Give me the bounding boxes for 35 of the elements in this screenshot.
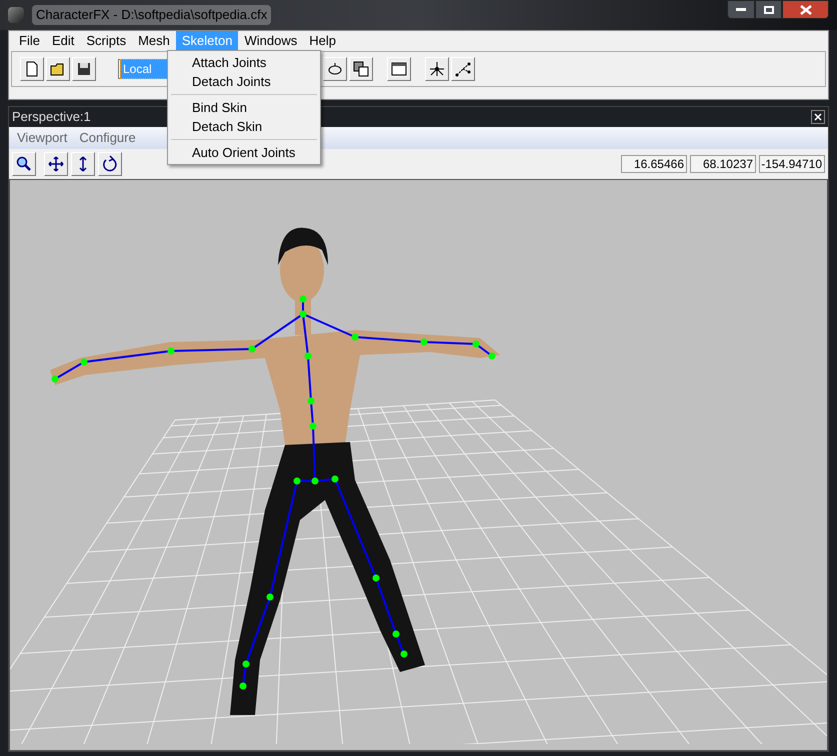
save-icon[interactable] [72,57,96,81]
minimize-button[interactable] [727,0,755,19]
coordinate-field: 16.65466 [621,155,687,173]
menu-item[interactable]: Configure [75,128,140,148]
menu-item[interactable]: Bind Skin [168,98,320,117]
rotate-icon[interactable] [98,152,122,176]
close-icon [814,113,822,121]
menu-item[interactable]: Detach Skin [168,117,320,136]
close-button[interactable] [782,0,829,19]
zoom-icon[interactable] [12,152,36,176]
menu-item[interactable]: File [13,31,46,51]
move-arrows-icon[interactable] [44,152,68,176]
coordinate-field: -154.94710 [759,155,825,173]
vertical-arrows-icon[interactable] [71,152,95,176]
joints-icon[interactable] [451,57,475,81]
viewport-title: Perspective:1 [12,108,91,126]
app-icon [8,7,24,23]
menu-item[interactable]: Edit [46,31,80,51]
window-icon[interactable] [387,57,411,81]
dropdown-value: Local [120,59,168,79]
menu-item[interactable]: Windows [238,31,304,51]
maximize-button[interactable] [755,0,782,19]
menu-item[interactable]: Scripts [80,31,132,51]
close-icon [800,4,812,14]
open-folder-icon[interactable] [46,57,70,81]
menu-item[interactable]: Mesh [132,31,176,51]
menu-item[interactable]: Viewport [13,128,72,148]
resize-windows-icon[interactable] [349,57,373,81]
menu-item[interactable]: Help [303,31,342,51]
close-button[interactable] [811,110,825,124]
joint-hierarchy-icon[interactable] [425,57,449,81]
coordinate-field: 68.10237 [690,155,756,173]
menu-item[interactable]: Auto Orient Joints [168,143,320,162]
window-title: CharacterFX - D:\softpedia\softpedia.cfx [32,5,272,25]
new-file-icon[interactable] [20,57,44,81]
